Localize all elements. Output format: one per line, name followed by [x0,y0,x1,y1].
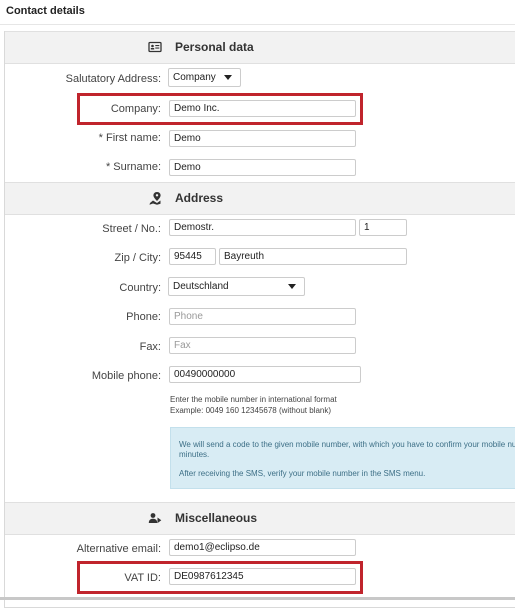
company-highlight [77,93,363,125]
section-title-personal: Personal data [175,40,254,54]
first-name-label: * First name: [98,132,161,144]
surname-input[interactable]: Demo [169,159,356,176]
alt-email-input[interactable]: demo1@eclipso.de [169,539,356,556]
phone-input[interactable]: Phone [169,308,356,325]
sms-info-line2: minutes. [179,450,210,459]
house-number-input[interactable]: 1 [359,219,407,236]
sms-info-line1: We will send a code to the given mobile … [179,440,515,449]
country-label: Country: [119,282,161,294]
chevron-down-icon [288,284,296,289]
salutation-value: Company [173,72,216,83]
fax-input[interactable]: Fax [169,337,356,354]
salutation-select[interactable]: Company [168,68,241,87]
mobile-hint-format: Enter the mobile number in international… [170,395,337,404]
mobile-input[interactable]: 00490000000 [169,366,361,383]
alt-email-label: Alternative email: [76,543,161,555]
title-divider [0,24,515,25]
page-title: Contact details [6,5,85,17]
city-input[interactable]: Bayreuth [219,248,407,265]
map-marker-icon [149,192,161,205]
users-icon [148,513,162,524]
section-header-misc: Miscellaneous [5,502,515,535]
section-title-misc: Miscellaneous [175,511,258,525]
mobile-hint-example: Example: 0049 160 12345678 (without blan… [170,406,331,415]
section-title-address: Address [175,191,224,205]
first-name-input[interactable]: Demo [169,130,356,147]
sms-info-line3: After receiving the SMS, verify your mob… [179,469,426,478]
chevron-down-icon [224,75,232,80]
mobile-label: Mobile phone: [91,370,161,382]
street-label: Street / No.: [102,223,161,235]
section-header-personal: Personal data [5,31,515,64]
sms-info-box: We will send a code to the given mobile … [170,427,515,489]
country-value: Deutschland [173,281,229,292]
country-select[interactable]: Deutschland [168,277,305,296]
fax-label: Fax: [139,341,161,353]
salutation-label: Salutatory Address: [65,73,161,85]
zip-input[interactable]: 95445 [169,248,216,265]
id-card-icon [148,41,162,53]
street-input[interactable]: Demostr. [169,219,356,236]
section-header-address: Address [5,182,515,215]
zip-city-label: Zip / City: [114,252,161,264]
vat-highlight [77,561,363,594]
surname-label: * Surname: [105,161,161,173]
phone-label: Phone: [126,311,161,323]
